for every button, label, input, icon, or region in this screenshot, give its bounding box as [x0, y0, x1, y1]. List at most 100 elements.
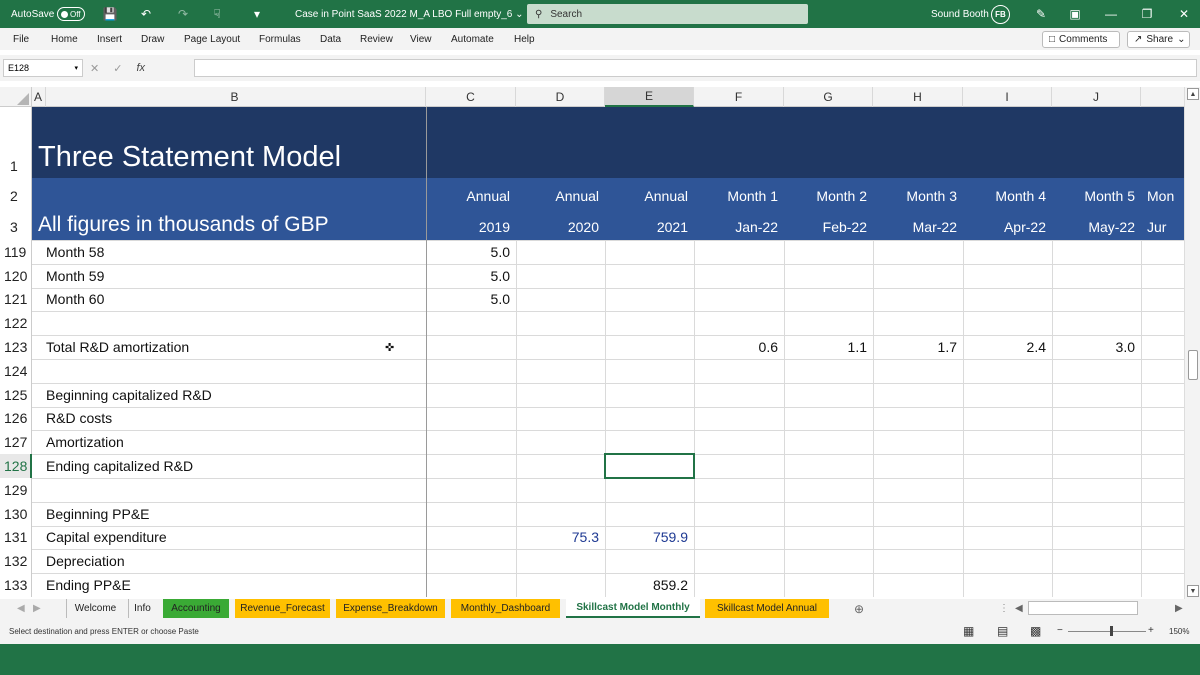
horizontal-scroll-thumb[interactable] [1028, 601, 1138, 615]
ribbon-display-icon[interactable]: ▣ [1066, 0, 1084, 28]
maximize-icon[interactable]: ❐ [1138, 0, 1156, 28]
row-label-cell[interactable]: Amortization [40, 430, 410, 454]
touch-mode-icon[interactable]: ☟ [208, 0, 226, 28]
normal-view-icon[interactable]: ▦ [963, 624, 974, 638]
menu-data[interactable]: Data [320, 28, 341, 50]
value-cell-c[interactable]: 5.0 [426, 264, 516, 288]
menu-file[interactable]: File [13, 28, 29, 50]
period-date-cell[interactable]: May-22 [1052, 214, 1141, 240]
add-sheet-icon[interactable]: ⊕ [849, 599, 869, 618]
row-label-cell[interactable]: Month 59 [40, 264, 410, 288]
tab-scroll-right-icon[interactable]: ▶ [28, 599, 46, 618]
row-header[interactable]: 120 [0, 264, 32, 288]
column-header-d[interactable]: D [516, 87, 605, 107]
sheet-tab[interactable]: Skillcast Model Monthly [566, 599, 700, 618]
value-cell-c[interactable]: 5.0 [426, 240, 516, 264]
period-header-cell[interactable]: Month 4 [963, 178, 1052, 214]
menu-automate[interactable]: Automate [451, 28, 494, 50]
page-layout-view-icon[interactable]: ▤ [997, 624, 1008, 638]
scroll-down-icon[interactable]: ▼ [1187, 585, 1199, 597]
menu-home[interactable]: Home [51, 28, 78, 50]
sheet-tab[interactable]: Accounting [163, 599, 229, 618]
row-header[interactable]: 122 [0, 311, 32, 335]
period-header-cell[interactable]: Mon [1141, 178, 1184, 214]
row-header[interactable]: 129 [0, 478, 32, 502]
row-header[interactable]: 132 [0, 549, 32, 573]
period-header-cell[interactable]: Month 5 [1052, 178, 1141, 214]
hscroll-left-icon[interactable]: ◀ [1010, 599, 1028, 618]
sheet-tab[interactable]: Revenue_Forecast [235, 599, 330, 618]
menu-page-layout[interactable]: Page Layout [184, 28, 240, 50]
name-box[interactable]: E128 ▾ [3, 59, 83, 77]
row-header[interactable]: 2 [0, 178, 32, 214]
value-cell-d[interactable]: 75.3 [516, 526, 605, 550]
scroll-up-icon[interactable]: ▲ [1187, 88, 1199, 100]
cancel-icon[interactable]: ✕ [90, 62, 99, 75]
column-header-b[interactable]: B [44, 87, 426, 107]
row-label-cell[interactable]: Ending capitalized R&D [40, 454, 410, 478]
period-date-cell[interactable]: 2020 [516, 214, 605, 240]
active-cell[interactable] [604, 453, 695, 479]
sheet-tab[interactable]: Monthly_Dashboard [451, 599, 560, 618]
period-date-cell[interactable]: Jan-22 [694, 214, 784, 240]
menu-insert[interactable]: Insert [97, 28, 122, 50]
autosave-toggle[interactable]: Off [57, 7, 85, 21]
row-label-cell[interactable]: Month 60 [40, 288, 410, 312]
vertical-scrollbar[interactable]: ▲ ▼ [1184, 87, 1200, 599]
period-header-cell[interactable]: Month 2 [784, 178, 873, 214]
zoom-slider[interactable] [1068, 631, 1146, 632]
page-break-view-icon[interactable]: ▩ [1030, 624, 1041, 638]
column-header-g[interactable]: G [784, 87, 873, 107]
zoom-in-icon[interactable]: + [1148, 625, 1154, 636]
period-date-cell[interactable]: 2021 [605, 214, 694, 240]
row-header[interactable]: 131 [0, 526, 32, 550]
column-header-c[interactable]: C [426, 87, 516, 107]
value-cell-j[interactable]: 3.0 [1052, 335, 1141, 359]
value-cell-e[interactable]: 859.2 [605, 573, 694, 597]
row-label-cell[interactable]: Total R&D amortization [40, 335, 410, 359]
menu-draw[interactable]: Draw [141, 28, 164, 50]
row-label-cell[interactable]: Ending PP&E [40, 573, 410, 597]
sheet-tab[interactable]: Skillcast Model Annual [705, 599, 829, 618]
period-date-cell[interactable]: Mar-22 [873, 214, 963, 240]
value-cell-i[interactable]: 2.4 [963, 335, 1052, 359]
period-header-cell[interactable]: Annual [426, 178, 516, 214]
search-box[interactable]: ⚲ Search [527, 4, 808, 24]
sheet-tab[interactable]: Welcome [66, 599, 124, 618]
column-header-i[interactable]: I [963, 87, 1052, 107]
row-header[interactable]: 121 [0, 288, 32, 312]
row-header[interactable]: 130 [0, 502, 32, 526]
row-label-cell[interactable]: Capital expenditure [40, 526, 410, 550]
sheet-tab[interactable]: Info [128, 599, 156, 618]
row-header[interactable]: 3 [0, 214, 32, 240]
value-cell-c[interactable]: 5.0 [426, 288, 516, 312]
row-header[interactable]: 124 [0, 359, 32, 383]
row-header[interactable]: 128 [0, 454, 32, 478]
avatar[interactable]: FB [991, 5, 1010, 24]
column-header-j[interactable]: J [1052, 87, 1141, 107]
value-cell-e[interactable]: 759.9 [605, 526, 694, 550]
hscroll-right-icon[interactable]: ▶ [1170, 599, 1188, 618]
row-label-cell[interactable] [40, 359, 410, 383]
row-label-cell[interactable] [40, 311, 410, 335]
units-subtitle[interactable]: All figures in thousands of GBP [32, 211, 335, 239]
enter-icon[interactable]: ✓ [113, 62, 122, 75]
menu-formulas[interactable]: Formulas [259, 28, 301, 50]
undo-icon[interactable]: ↶ [137, 0, 155, 28]
period-date-cell[interactable]: Jur [1141, 214, 1184, 240]
value-cell-h[interactable]: 1.7 [873, 335, 963, 359]
sheet-tab[interactable]: Expense_Breakdown [336, 599, 445, 618]
zoom-slider-thumb[interactable] [1110, 626, 1113, 636]
insert-function-icon[interactable]: fx [136, 62, 145, 74]
row-label-cell[interactable]: Beginning capitalized R&D [40, 383, 410, 407]
menu-help[interactable]: Help [514, 28, 535, 50]
period-date-cell[interactable]: Feb-22 [784, 214, 873, 240]
value-cell-g[interactable]: 1.1 [784, 335, 873, 359]
cell-grid[interactable]: Three Statement Model All figures in tho… [32, 107, 1184, 597]
customize-toolbar-icon[interactable]: ▾ [248, 0, 266, 28]
row-header[interactable]: 119 [0, 240, 32, 264]
period-header-cell[interactable]: Month 1 [694, 178, 784, 214]
menu-review[interactable]: Review [360, 28, 393, 50]
value-cell-f[interactable]: 0.6 [694, 335, 784, 359]
row-label-cell[interactable]: R&D costs [40, 407, 410, 431]
